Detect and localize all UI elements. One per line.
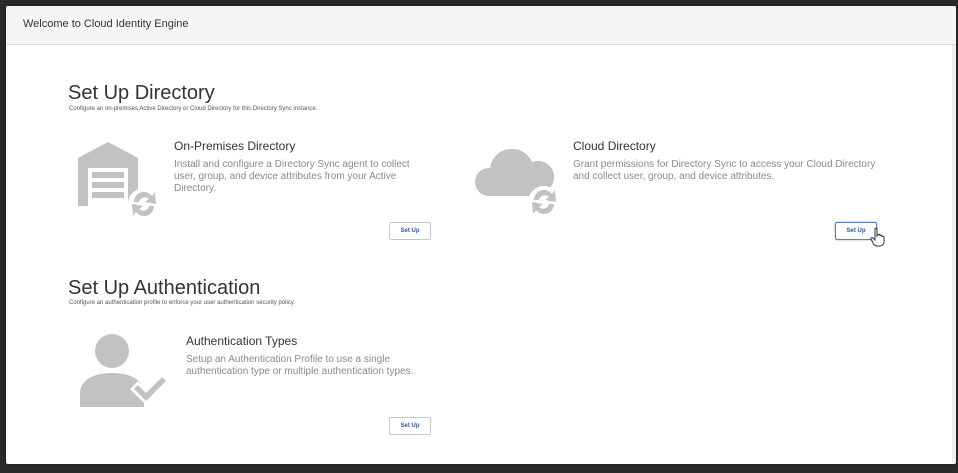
auth-types-setup-button[interactable]: Set Up: [389, 417, 431, 435]
on-premises-description: Install and configure a Directory Sync a…: [174, 159, 410, 194]
hand-cursor-icon: [870, 227, 885, 247]
warehouse-sync-icon: [78, 142, 160, 220]
on-premises-title: On-Premises Directory: [174, 139, 296, 153]
cloud-directory-title: Cloud Directory: [573, 139, 656, 153]
window-title: Welcome to Cloud Identity Engine: [23, 18, 189, 30]
auth-section-title: Set Up Authentication: [68, 277, 261, 299]
cloud-sync-icon: [474, 148, 560, 218]
auth-section-subtitle: Configure an authentication profile to e…: [69, 300, 296, 306]
directory-section-subtitle: Configure an on-premises Active Director…: [69, 106, 318, 112]
cloud-directory-description: Grant permissions for Directory Sync to …: [573, 159, 876, 182]
auth-types-title: Authentication Types: [186, 334, 298, 348]
directory-section-title: Set Up Directory: [68, 82, 215, 104]
welcome-window: Welcome to Cloud Identity Engine Set Up …: [6, 6, 956, 464]
on-premises-setup-button[interactable]: Set Up: [389, 222, 431, 240]
user-check-icon: [80, 334, 170, 407]
scrollbar[interactable]: [952, 45, 956, 464]
window-titlebar: Welcome to Cloud Identity Engine: [6, 6, 956, 45]
auth-types-description: Setup an Authentication Profile to use a…: [186, 354, 414, 377]
